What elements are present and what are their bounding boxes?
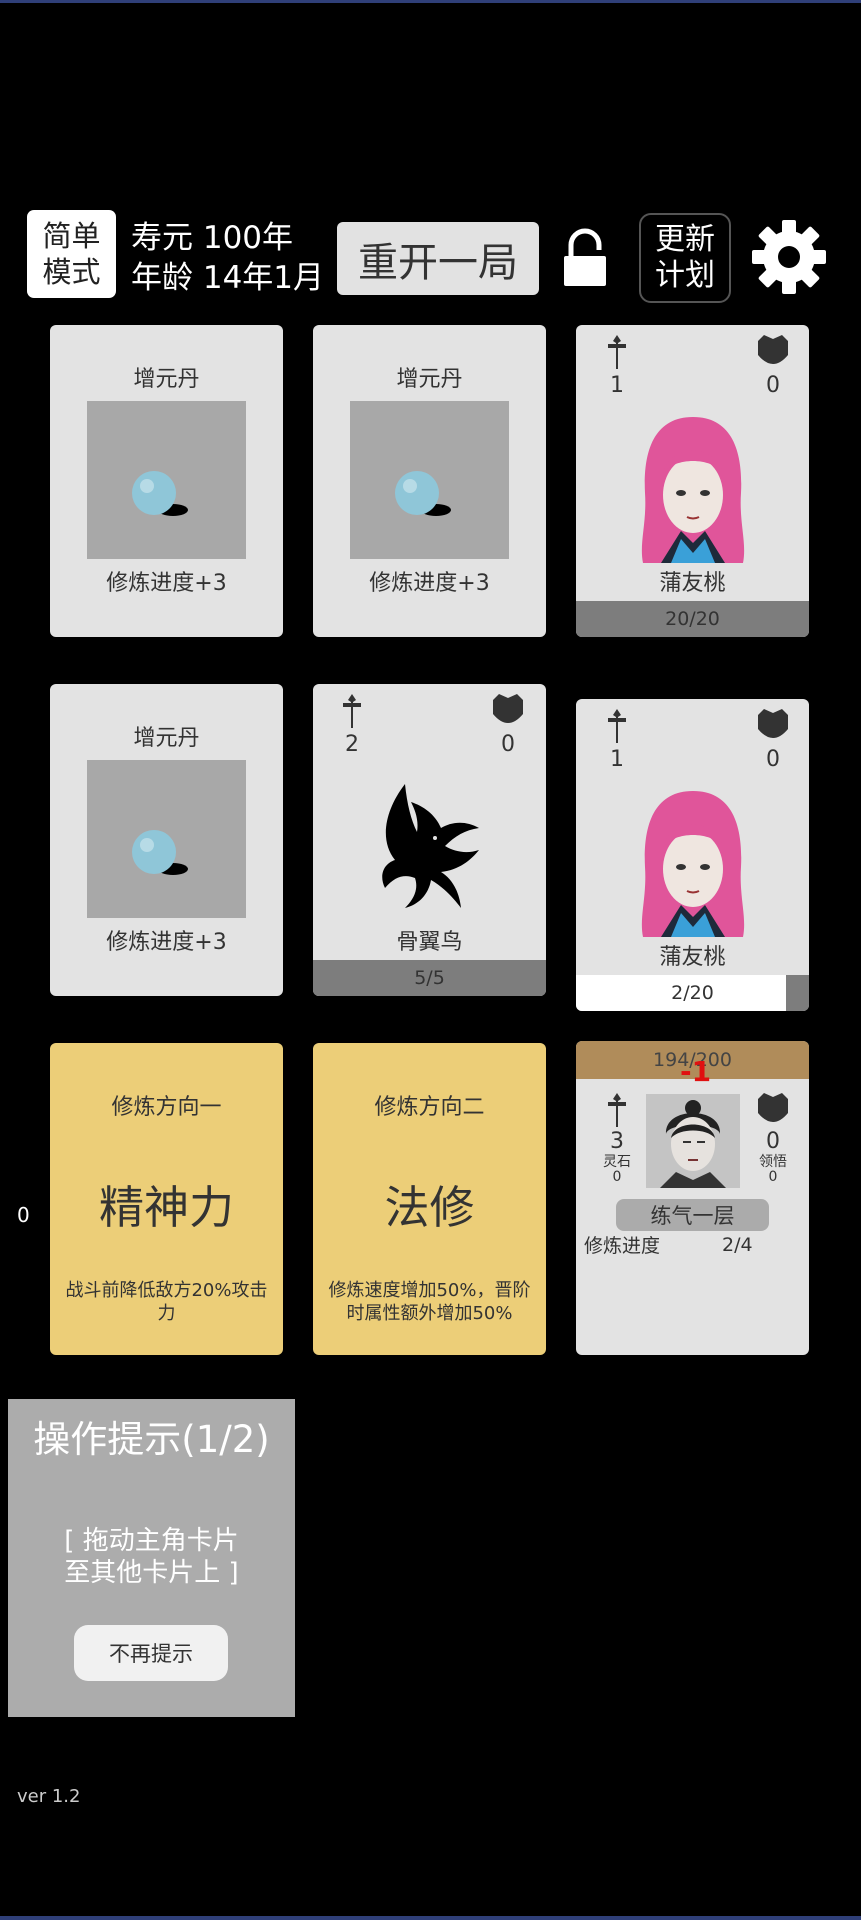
direction-name: 法修 bbox=[384, 1181, 475, 1234]
restart-button[interactable]: 重开一局 bbox=[337, 222, 539, 295]
item-title: 增元丹 bbox=[133, 726, 200, 751]
life-info: 寿元 100年 年龄 14年1月 bbox=[131, 218, 324, 298]
sword-icon bbox=[608, 709, 626, 743]
damage-indicator: -1 bbox=[680, 1055, 712, 1088]
monster-name: 骨翼鸟 bbox=[396, 930, 463, 955]
update-plan-button[interactable]: 更新 计划 bbox=[639, 213, 731, 303]
plan-label-line2: 计划 bbox=[655, 258, 715, 293]
hp-bar: 20/20 bbox=[576, 601, 809, 637]
monster-card-bone-bird[interactable]: 2 0 骨翼鸟 5/5 bbox=[313, 684, 546, 996]
pill-icon bbox=[395, 471, 451, 516]
character-name: 蒲友桃 bbox=[659, 945, 726, 970]
sword-icon bbox=[343, 694, 361, 728]
direction-title: 修炼方向一 bbox=[111, 1095, 222, 1120]
item-card-1[interactable]: 增元丹 修炼进度+3 bbox=[50, 325, 283, 637]
bottom-border bbox=[0, 1916, 861, 1920]
top-border bbox=[0, 0, 861, 3]
item-description: 修炼进度+3 bbox=[106, 930, 227, 955]
pill-icon bbox=[132, 471, 188, 516]
bone-bird-icon bbox=[382, 784, 479, 908]
operation-tip-panel: 操作提示(1/2) [ 拖动主角卡片 至其他卡片上 ] 不再提示 bbox=[8, 1399, 295, 1717]
item-title: 增元丹 bbox=[133, 367, 200, 392]
attack-value: 1 bbox=[610, 747, 624, 772]
realm-badge: 练气一层 bbox=[616, 1199, 769, 1231]
tip-line-1: [ 拖动主角卡片 bbox=[64, 1526, 239, 1556]
defense-value: 0 bbox=[501, 732, 515, 757]
mode-label-line2: 模式 bbox=[42, 255, 101, 289]
insight-value: 0 bbox=[768, 1169, 778, 1185]
side-counter: 0 bbox=[17, 1203, 30, 1227]
shield-icon bbox=[758, 1093, 788, 1122]
shield-icon bbox=[758, 709, 788, 738]
character-name: 蒲友桃 bbox=[659, 571, 726, 596]
plan-label-line1: 更新 bbox=[655, 222, 715, 257]
direction-card-2[interactable]: 修炼方向二 法修 修炼速度增加50%，晋阶时属性额外增加50% bbox=[313, 1043, 546, 1355]
direction-card-1[interactable]: 修炼方向一 精神力 战斗前降低敌方20%攻击力 bbox=[50, 1043, 283, 1355]
item-description: 修炼进度+3 bbox=[369, 571, 490, 596]
lock-icon[interactable] bbox=[561, 228, 609, 288]
sword-icon bbox=[608, 335, 626, 369]
mode-label-line1: 简单 bbox=[42, 219, 101, 253]
pill-icon bbox=[132, 830, 188, 875]
insight-label: 领悟 bbox=[759, 1154, 787, 1170]
defense-value: 0 bbox=[766, 1129, 780, 1154]
attack-value: 1 bbox=[610, 373, 624, 398]
tip-line-2: 至其他卡片上 ] bbox=[64, 1558, 239, 1588]
version-label: ver 1.2 bbox=[17, 1786, 81, 1807]
spirit-stone-label: 灵石 bbox=[603, 1154, 631, 1170]
hero-card[interactable]: 194/200 -1 3 灵石 0 0 领悟 0 练气一层 修炼进度 2/4 bbox=[576, 1041, 809, 1355]
hero-portrait-icon bbox=[646, 1094, 740, 1188]
item-card-2[interactable]: 增元丹 修炼进度+3 bbox=[313, 325, 546, 637]
portrait-girl-icon bbox=[641, 417, 745, 563]
portrait-girl-icon bbox=[641, 791, 745, 937]
shield-icon bbox=[758, 335, 788, 364]
tip-title: 操作提示(1/2) bbox=[33, 1418, 270, 1461]
pill-image bbox=[87, 760, 246, 918]
character-card-1[interactable]: 1 0 蒲友桃 20/20 bbox=[576, 325, 809, 637]
mode-button[interactable]: 简单 模式 bbox=[27, 210, 116, 298]
defense-value: 0 bbox=[766, 373, 780, 398]
item-card-3[interactable]: 增元丹 修炼进度+3 bbox=[50, 684, 283, 996]
age-text: 年龄 14年1月 bbox=[131, 260, 325, 296]
direction-name: 精神力 bbox=[98, 1181, 234, 1234]
direction-title: 修炼方向二 bbox=[374, 1095, 485, 1120]
sword-icon bbox=[608, 1093, 626, 1127]
defense-value: 0 bbox=[766, 747, 780, 772]
cultivation-progress-value: 2/4 bbox=[722, 1234, 753, 1256]
spirit-stone-value: 0 bbox=[612, 1169, 622, 1185]
attack-value: 2 bbox=[345, 732, 359, 757]
attack-value: 3 bbox=[610, 1129, 624, 1154]
lifespan-text: 寿元 100年 bbox=[131, 220, 294, 256]
pill-image bbox=[350, 401, 509, 559]
dismiss-tip-button[interactable]: 不再提示 bbox=[74, 1625, 228, 1681]
direction-description: 修炼速度增加50%，晋阶时属性额外增加50% bbox=[328, 1280, 531, 1324]
insight-stat: 领悟 0 bbox=[753, 1155, 793, 1185]
settings-gear-icon[interactable] bbox=[751, 219, 827, 295]
spirit-stone-stat: 灵石 0 bbox=[597, 1155, 637, 1185]
item-title: 增元丹 bbox=[396, 367, 463, 392]
character-card-2[interactable]: 1 0 蒲友桃 2/20 bbox=[576, 699, 809, 1011]
hp-bar: 2/20 bbox=[576, 975, 809, 1011]
hp-text: 2/20 bbox=[671, 982, 714, 1004]
tip-body: [ 拖动主角卡片 至其他卡片上 ] bbox=[8, 1525, 295, 1589]
shield-icon bbox=[493, 694, 523, 723]
pill-image bbox=[87, 401, 246, 559]
item-description: 修炼进度+3 bbox=[106, 571, 227, 596]
cultivation-progress-label: 修炼进度 bbox=[584, 1235, 661, 1257]
hp-bar: 5/5 bbox=[313, 960, 546, 996]
direction-description: 战斗前降低敌方20%攻击力 bbox=[65, 1280, 268, 1324]
